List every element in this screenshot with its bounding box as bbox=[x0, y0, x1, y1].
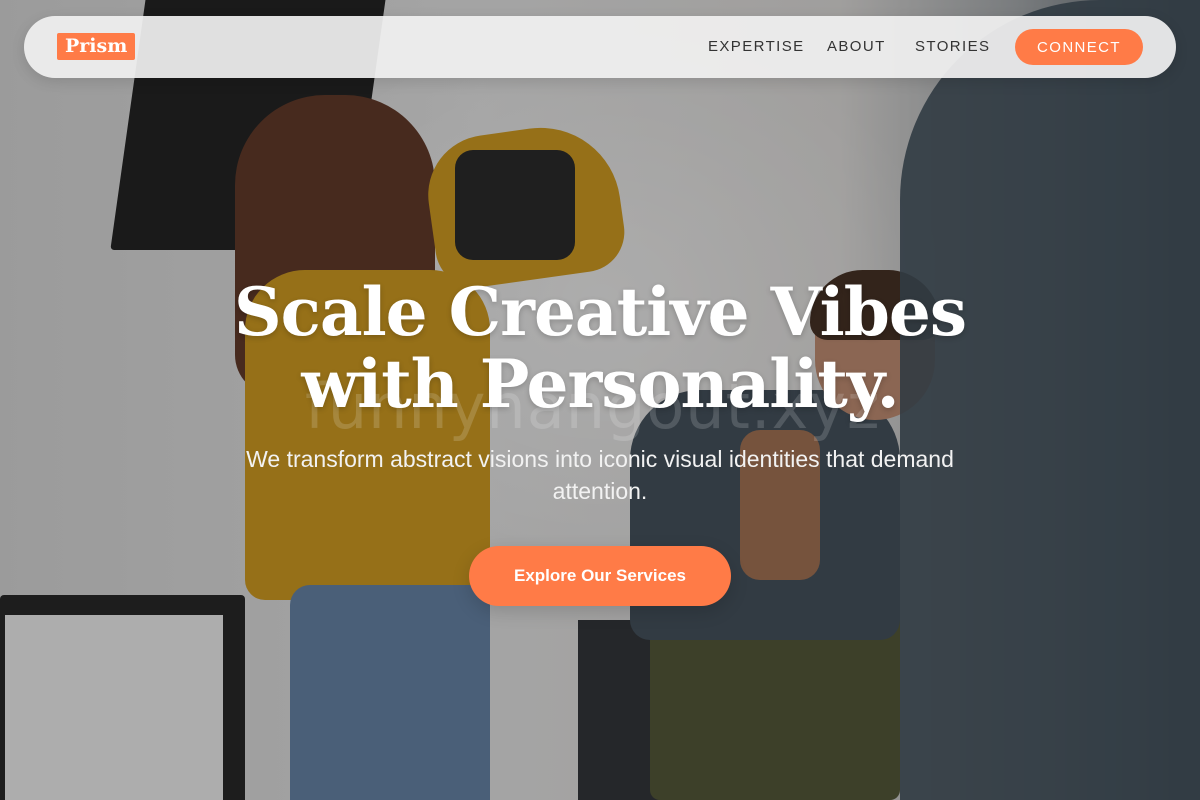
nav-link-expertise[interactable]: EXPERTISE bbox=[708, 38, 805, 56]
hero-title: Scale Creative Vibes with Personality. bbox=[233, 273, 967, 423]
hero-subtitle: We transform abstract visions into iconi… bbox=[246, 446, 954, 504]
nav-link-about[interactable]: ABOUT bbox=[827, 38, 886, 56]
top-navigation-bar: Prism EXPERTISE ABOUT STORIES CONNECT bbox=[24, 16, 1176, 78]
brand-logo[interactable]: Prism bbox=[57, 33, 136, 60]
connect-button[interactable]: CONNECT bbox=[1015, 29, 1143, 65]
explore-services-button[interactable]: Explore Our Services bbox=[469, 546, 731, 606]
nav-link-stories[interactable]: STORIES bbox=[915, 38, 990, 56]
